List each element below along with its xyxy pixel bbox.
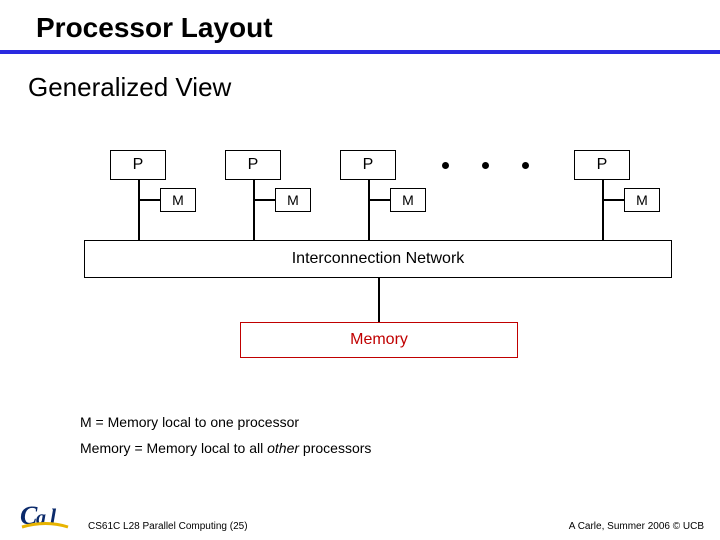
local-mem-box-3: M <box>390 188 426 212</box>
wire-p3-net <box>368 200 370 240</box>
wire-p4-net <box>602 200 604 240</box>
wire-p2-down <box>253 180 255 200</box>
wire-p1-net <box>138 200 140 240</box>
note2-prefix: Memory = Memory local to all <box>80 440 267 456</box>
wire-p1-m <box>138 199 160 201</box>
footer-left: CS61C L28 Parallel Computing (25) <box>88 521 248 532</box>
processor-box-4: P <box>574 150 630 180</box>
interconnect-box: Interconnection Network <box>84 240 672 278</box>
local-mem-box-4: M <box>624 188 660 212</box>
local-mem-box-2: M <box>275 188 311 212</box>
processor-box-2: P <box>225 150 281 180</box>
note2-italic: other <box>267 440 299 456</box>
wire-p4-m <box>602 199 624 201</box>
footer-right: A Carle, Summer 2006 © UCB <box>569 521 704 532</box>
note2-suffix: processors <box>299 440 371 456</box>
processor-box-1: P <box>110 150 166 180</box>
ellipsis-dot-3 <box>522 162 529 169</box>
note-global-mem: Memory = Memory local to all other proce… <box>80 440 371 456</box>
wire-p2-net <box>253 200 255 240</box>
wire-p1-down <box>138 180 140 200</box>
note-local-mem: M = Memory local to one processor <box>80 414 299 430</box>
diagram: P P P P M M M M Interconnection Network … <box>0 150 720 400</box>
wire-p3-m <box>368 199 390 201</box>
wire-p4-down <box>602 180 604 200</box>
wire-net-mem <box>378 278 380 322</box>
svg-text:a: a <box>36 507 46 529</box>
wire-p2-m <box>253 199 275 201</box>
ellipsis-dot-2 <box>482 162 489 169</box>
ellipsis-dot-1 <box>442 162 449 169</box>
processor-box-3: P <box>340 150 396 180</box>
slide-title: Processor Layout <box>0 0 720 50</box>
local-mem-box-1: M <box>160 188 196 212</box>
memory-box: Memory <box>240 322 518 358</box>
wire-p3-down <box>368 180 370 200</box>
cal-logo: C a l <box>18 494 74 534</box>
section-heading: Generalized View <box>0 54 720 103</box>
